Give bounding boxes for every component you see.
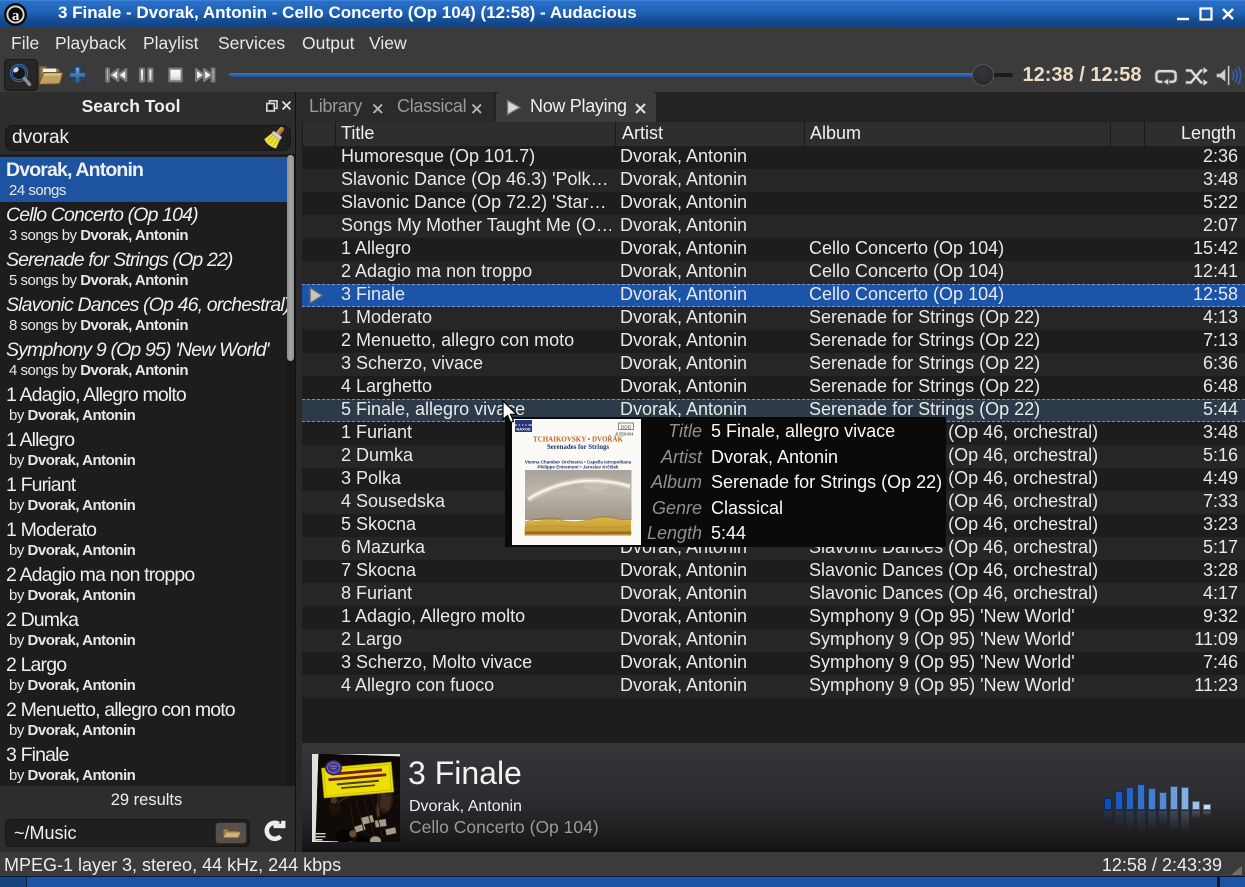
svg-text:a: a <box>12 8 20 24</box>
